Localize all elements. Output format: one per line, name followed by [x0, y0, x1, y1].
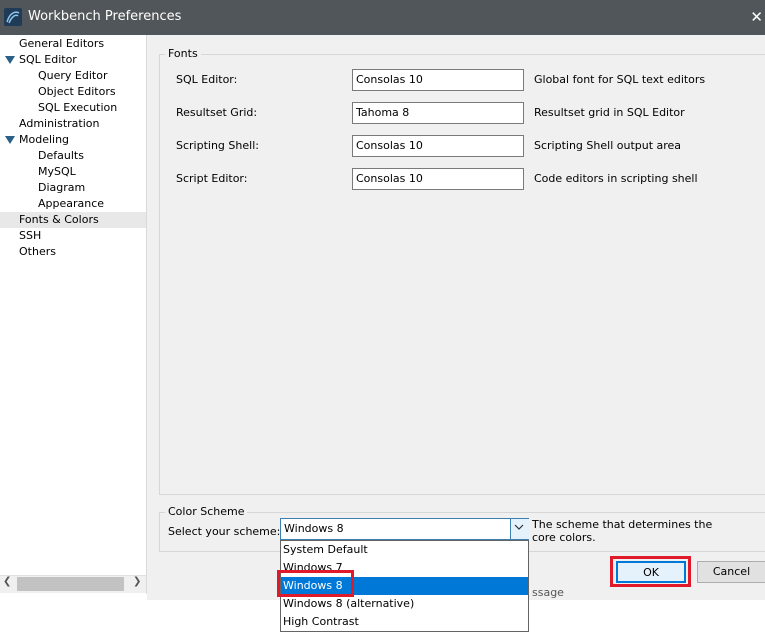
tree-item-object-editors[interactable]: Object Editors: [38, 84, 116, 100]
scripting-shell-font-desc: Scripting Shell output area: [534, 139, 682, 152]
resultset-grid-font-field[interactable]: Tahoma 8: [352, 102, 524, 124]
obscured-text: ssage: [532, 586, 564, 599]
expand-arrow-icon[interactable]: [5, 56, 15, 64]
scheme-select-label: Select your scheme:: [168, 525, 281, 538]
tree-item-appearance[interactable]: Appearance: [38, 196, 104, 212]
window-title: Workbench Preferences: [28, 9, 182, 24]
color-scheme-group-title: Color Scheme: [165, 505, 248, 518]
tree-item-others[interactable]: Others: [19, 244, 56, 260]
sql-editor-font-desc: Global font for SQL text editors: [534, 73, 706, 86]
scroll-left-icon[interactable]: ❮: [3, 576, 11, 587]
tree-item-fonts-colors[interactable]: Fonts & Colors: [0, 212, 146, 228]
expand-arrow-icon[interactable]: [5, 136, 15, 144]
sql-editor-font-label: SQL Editor:: [176, 73, 238, 86]
tree-item-modeling[interactable]: Modeling: [19, 132, 69, 148]
resultset-grid-font-desc: Resultset grid in SQL Editor: [534, 106, 685, 119]
fonts-group-title: Fonts: [165, 47, 201, 60]
scroll-right-icon[interactable]: ❯: [133, 576, 141, 587]
scheme-option-windows-8-alternative[interactable]: Windows 8 (alternative): [283, 595, 523, 613]
annotation-box-ok: [610, 556, 691, 587]
scheme-option-high-contrast[interactable]: High Contrast: [283, 613, 523, 631]
title-bar: Workbench Preferences ✕: [0, 0, 765, 35]
tree-item-mysql[interactable]: MySQL: [38, 164, 76, 180]
sql-editor-font-field[interactable]: Consolas 10: [352, 69, 524, 91]
tree-item-ssh[interactable]: SSH: [19, 228, 41, 244]
scheme-option-system-default[interactable]: System Default: [283, 541, 523, 559]
tree-item-general-editors[interactable]: General Editors: [19, 36, 104, 52]
scheme-description: The scheme that determines the core colo…: [532, 518, 713, 544]
tree-item-administration[interactable]: Administration: [19, 116, 100, 132]
tree-item-query-editor[interactable]: Query Editor: [38, 68, 107, 84]
script-editor-font-desc: Code editors in scripting shell: [534, 172, 698, 185]
script-editor-font-label: Script Editor:: [176, 172, 248, 185]
script-editor-font-field[interactable]: Consolas 10: [352, 168, 524, 190]
tree-item-diagram[interactable]: Diagram: [38, 180, 85, 196]
annotation-box-windows-8: [277, 570, 354, 597]
chevron-down-icon[interactable]: [513, 521, 525, 536]
tree-item-sql-editor[interactable]: SQL Editor: [19, 52, 77, 68]
close-icon[interactable]: ✕: [750, 8, 763, 26]
tree-item-sql-execution[interactable]: SQL Execution: [38, 100, 117, 116]
scripting-shell-font-label: Scripting Shell:: [176, 139, 259, 152]
scroll-thumb[interactable]: [17, 577, 124, 591]
app-icon: [4, 8, 22, 26]
scheme-select-value[interactable]: Windows 8: [284, 522, 344, 535]
cancel-button[interactable]: Cancel: [697, 561, 765, 583]
tree-item-defaults[interactable]: Defaults: [38, 148, 84, 164]
scripting-shell-font-field[interactable]: Consolas 10: [352, 135, 524, 157]
resultset-grid-font-label: Resultset Grid:: [176, 106, 258, 119]
